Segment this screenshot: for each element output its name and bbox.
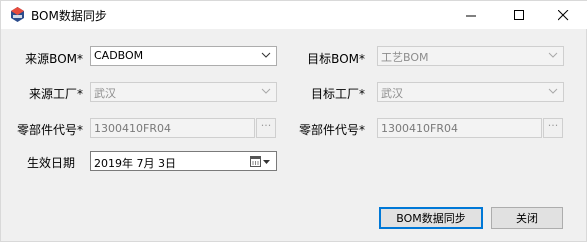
window-title: BOM数据同步 [31, 9, 107, 23]
effective-date-label: 生效日期 [26, 156, 75, 170]
close-icon [558, 9, 569, 20]
source-bom-value: CADBOM [94, 49, 144, 62]
part-code-left-field[interactable]: 1300410FR04 [90, 118, 255, 138]
part-code-right-label: 零部件代号* [298, 123, 365, 137]
part-code-right-value: 1300410FR04 [381, 122, 458, 135]
chevron-down-icon [548, 52, 558, 58]
part-code-left-label: 零部件代号* [16, 123, 83, 137]
minimize-button[interactable] [449, 1, 494, 29]
title-bar: BOM数据同步 [1, 1, 587, 29]
part-code-right-field[interactable]: 1300410FR04 [377, 118, 542, 138]
source-bom-select[interactable]: CADBOM [90, 46, 277, 66]
minimize-icon [466, 15, 476, 16]
chevron-down-icon [261, 88, 271, 94]
effective-date-value: 2019年 7月 3日 [94, 157, 176, 170]
dialog-window: BOM数据同步 来源BOM* CADBOM 目标BOM* 工艺BOM 来源工厂*… [0, 0, 587, 242]
target-bom-select[interactable]: 工艺BOM [377, 46, 564, 66]
target-factory-label: 目标工厂* [310, 87, 365, 101]
close-window-button[interactable] [541, 1, 586, 29]
source-factory-select[interactable]: 武汉 [90, 82, 277, 102]
effective-date-picker[interactable]: 2019年 7月 3日 [90, 151, 277, 171]
app-icon [11, 7, 24, 22]
part-code-right-browse-button[interactable]: ··· [543, 118, 563, 138]
close-button[interactable]: 关闭 [491, 207, 563, 229]
bom-sync-button[interactable]: BOM数据同步 [379, 207, 483, 229]
target-factory-select[interactable]: 武汉 [377, 82, 564, 102]
chevron-down-icon [548, 88, 558, 94]
target-bom-label: 目标BOM* [307, 52, 365, 66]
chevron-down-icon [261, 52, 271, 58]
calendar-icon[interactable] [250, 155, 272, 168]
part-code-left-browse-button[interactable]: ··· [256, 118, 276, 138]
maximize-button[interactable] [497, 1, 542, 29]
source-factory-value: 武汉 [94, 87, 116, 100]
source-factory-label: 来源工厂* [28, 87, 83, 101]
target-bom-value: 工艺BOM [381, 51, 429, 64]
source-bom-label: 来源BOM* [25, 52, 83, 66]
part-code-left-value: 1300410FR04 [94, 122, 171, 135]
target-factory-value: 武汉 [381, 87, 403, 100]
maximize-icon [514, 9, 524, 20]
